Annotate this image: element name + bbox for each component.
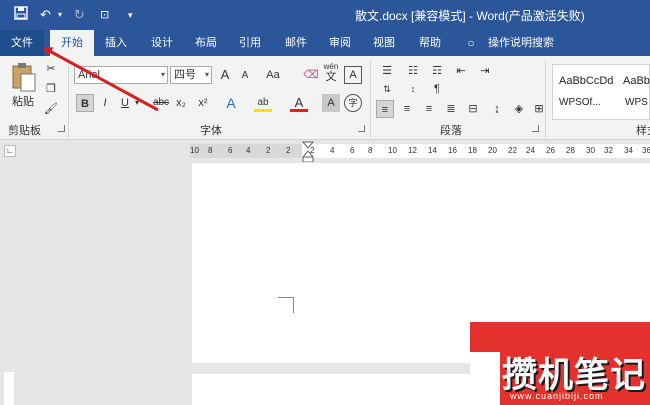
annotation-arrow xyxy=(42,46,159,112)
